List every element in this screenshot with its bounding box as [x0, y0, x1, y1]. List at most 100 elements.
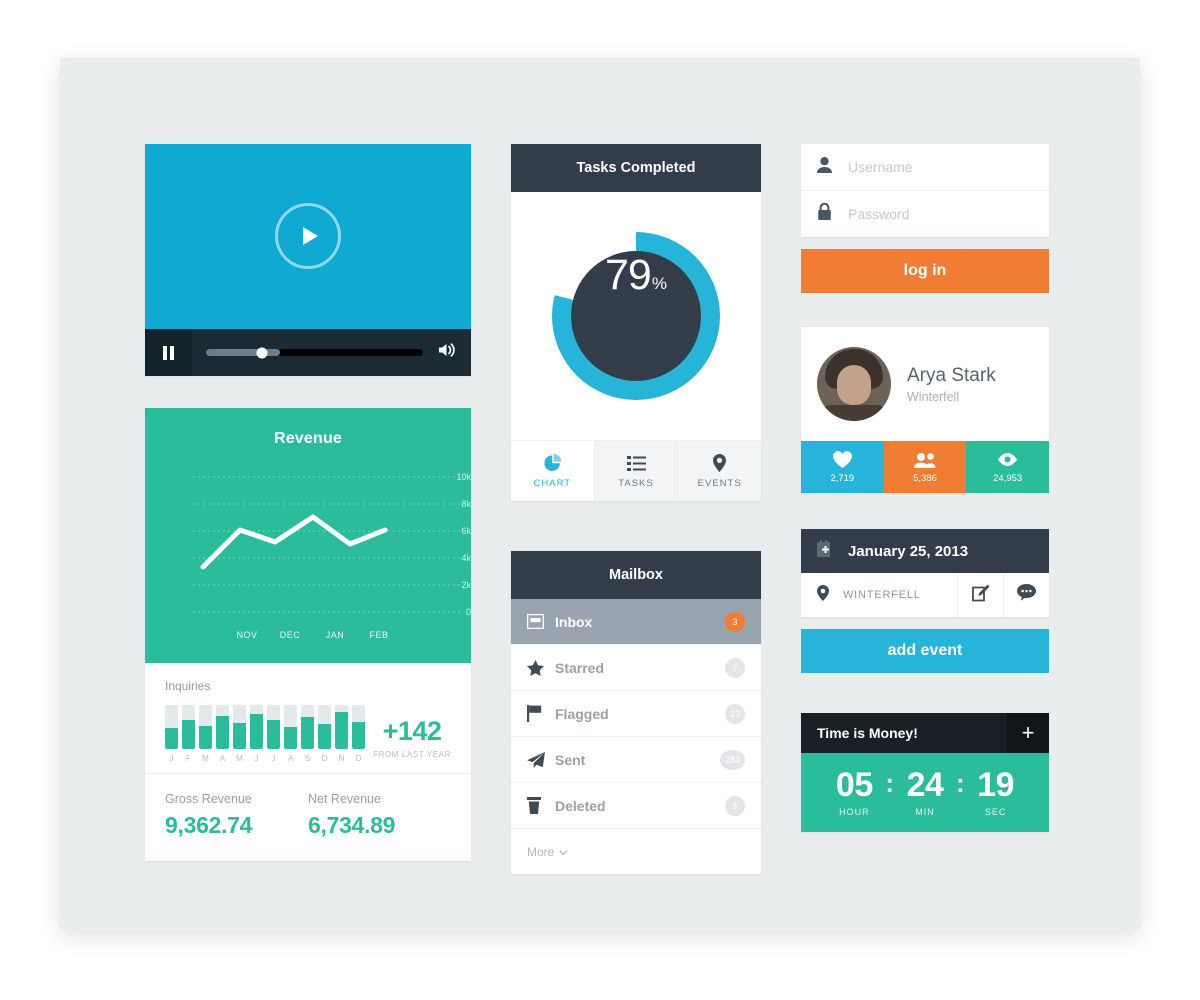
- stat-followers[interactable]: 5,386: [883, 441, 967, 493]
- timer-min-label: MIN: [915, 807, 935, 817]
- profile-card: Arya Stark Winterfell 2,719 5,386 24,953: [801, 327, 1050, 493]
- stat-likes-value: 2,719: [830, 473, 855, 484]
- timer-title: Time is Money!: [817, 725, 918, 741]
- map-pin-icon: [817, 584, 829, 606]
- dashboard-grid: Revenue 10k 8k 6k 4k 2k 0 NOV DEC JAN FE…: [145, 144, 1055, 874]
- password-input[interactable]: [846, 205, 1033, 223]
- y-tick-6k: 6k: [461, 526, 471, 536]
- mailbox-title: Mailbox: [511, 551, 761, 599]
- mailbox-item-badge: 7: [725, 657, 745, 678]
- tab-chart-label: CHART: [533, 478, 572, 489]
- mailbox-item-inbox[interactable]: Inbox 3: [511, 599, 761, 645]
- mailbox-item-sent[interactable]: Sent 284: [511, 737, 761, 783]
- bar-label: M: [236, 754, 243, 763]
- login-button[interactable]: log in: [801, 249, 1049, 293]
- bar-label: S: [304, 754, 311, 763]
- bar-label: A: [219, 754, 226, 763]
- volume-icon[interactable]: [437, 341, 457, 364]
- event-location-text: WINTERFELL: [843, 589, 921, 601]
- tab-tasks[interactable]: TASKS: [594, 441, 679, 501]
- play-icon: [303, 227, 318, 245]
- list-icon: [595, 454, 678, 472]
- login-fields: [801, 144, 1049, 237]
- profile-subtitle: Winterfell: [907, 389, 960, 404]
- map-pin-icon: [678, 454, 761, 472]
- stat-likes[interactable]: 2,719: [801, 441, 884, 493]
- people-icon: [884, 451, 967, 468]
- star-icon: [527, 659, 551, 676]
- password-row: [801, 191, 1049, 237]
- x-tick-nov: NOV: [236, 630, 258, 640]
- tab-chart[interactable]: CHART: [511, 441, 595, 501]
- bar-label: O: [321, 754, 328, 763]
- trash-icon: [527, 797, 551, 814]
- pause-button[interactable]: [145, 329, 192, 376]
- tasks-tab-bar: CHART TASKS EVENTS: [511, 440, 762, 501]
- lock-icon: [817, 202, 832, 225]
- mailbox-item-label: Sent: [555, 751, 586, 768]
- bar-item: J: [267, 705, 280, 763]
- revenue-plot-area: 10k 8k 6k 4k 2k 0 NOV DEC JAN FEB: [145, 452, 471, 663]
- timer-body: 05 HOUR : 24 MIN : 19 SEC: [801, 753, 1049, 832]
- video-scrubber-handle[interactable]: [256, 347, 268, 358]
- timer-add-button[interactable]: +: [1007, 713, 1049, 753]
- event-header: January 25, 2013: [801, 529, 1049, 573]
- timer-min: 24 MIN: [894, 766, 956, 817]
- timer-sec-value: 19: [977, 766, 1015, 804]
- net-revenue-value: 6,734.89: [308, 812, 396, 838]
- mailbox-more-button[interactable]: More: [511, 829, 761, 874]
- stat-views[interactable]: 24,953: [966, 441, 1050, 493]
- x-tick-jan: JAN: [325, 630, 345, 640]
- video-player-card: [145, 144, 471, 376]
- bar-item: J: [165, 705, 178, 763]
- chevron-down-icon: [559, 845, 569, 859]
- bar-item: A: [284, 705, 297, 763]
- eye-icon: [966, 451, 1049, 468]
- bar-label: N: [338, 754, 345, 763]
- bar-item: F: [182, 705, 195, 763]
- column-middle: Tasks Completed 79 % CHART TASKS EVENTS …: [511, 144, 762, 874]
- video-progress-bar[interactable]: [206, 347, 423, 358]
- heart-icon: [801, 451, 884, 468]
- inbox-icon: [527, 614, 551, 629]
- username-input[interactable]: [846, 158, 1033, 176]
- play-button[interactable]: [275, 203, 341, 269]
- inquiries-label: Inquiries: [165, 679, 211, 693]
- y-tick-8k: 8k: [461, 499, 471, 509]
- bar-item: A: [216, 705, 229, 763]
- profile-name: Arya Stark: [907, 364, 996, 386]
- y-tick-4k: 4k: [461, 553, 471, 563]
- column-left: Revenue 10k 8k 6k 4k 2k 0 NOV DEC JAN FE…: [145, 144, 471, 874]
- timer-min-value: 24: [906, 766, 944, 804]
- mailbox-more-label: More: [527, 844, 555, 859]
- avatar-face: [837, 365, 871, 405]
- avatar-collar: [821, 405, 887, 421]
- timer-hour: 05 HOUR: [823, 766, 885, 817]
- event-comment-button[interactable]: [1003, 573, 1049, 617]
- mailbox-item-label: Deleted: [555, 797, 606, 814]
- tab-events[interactable]: EVENTS: [678, 441, 762, 501]
- mailbox-item-flagged[interactable]: Flagged 13: [511, 691, 761, 737]
- mailbox-item-badge: 284: [719, 749, 745, 770]
- stat-views-value: 24,953: [993, 473, 1023, 484]
- bar-item: S: [301, 705, 314, 763]
- column-right: log in Arya Stark Winterfell: [801, 144, 1050, 874]
- delta-value: +142: [382, 716, 442, 746]
- add-event-button[interactable]: add event: [801, 629, 1049, 673]
- profile-text: Arya Stark Winterfell: [907, 365, 996, 404]
- edit-icon: [971, 584, 990, 607]
- paper-plane-icon: [527, 751, 551, 768]
- avatar: [817, 347, 891, 421]
- tab-tasks-label: TASKS: [618, 478, 654, 489]
- video-screen[interactable]: [145, 144, 471, 329]
- event-location[interactable]: WINTERFELL: [801, 584, 957, 606]
- timer-separator: :: [956, 768, 965, 798]
- event-card: January 25, 2013 WINTERFELL add event: [801, 529, 1049, 673]
- donut-percent-value: 79: [605, 251, 652, 299]
- net-revenue-label: Net Revenue: [308, 792, 381, 806]
- event-edit-button[interactable]: [957, 573, 1003, 617]
- mailbox-item-deleted[interactable]: Deleted 6: [511, 783, 761, 829]
- net-revenue-block: Net Revenue 6,734.89: [308, 792, 451, 839]
- comment-icon: [1017, 584, 1036, 606]
- mailbox-item-starred[interactable]: Starred 7: [511, 645, 761, 691]
